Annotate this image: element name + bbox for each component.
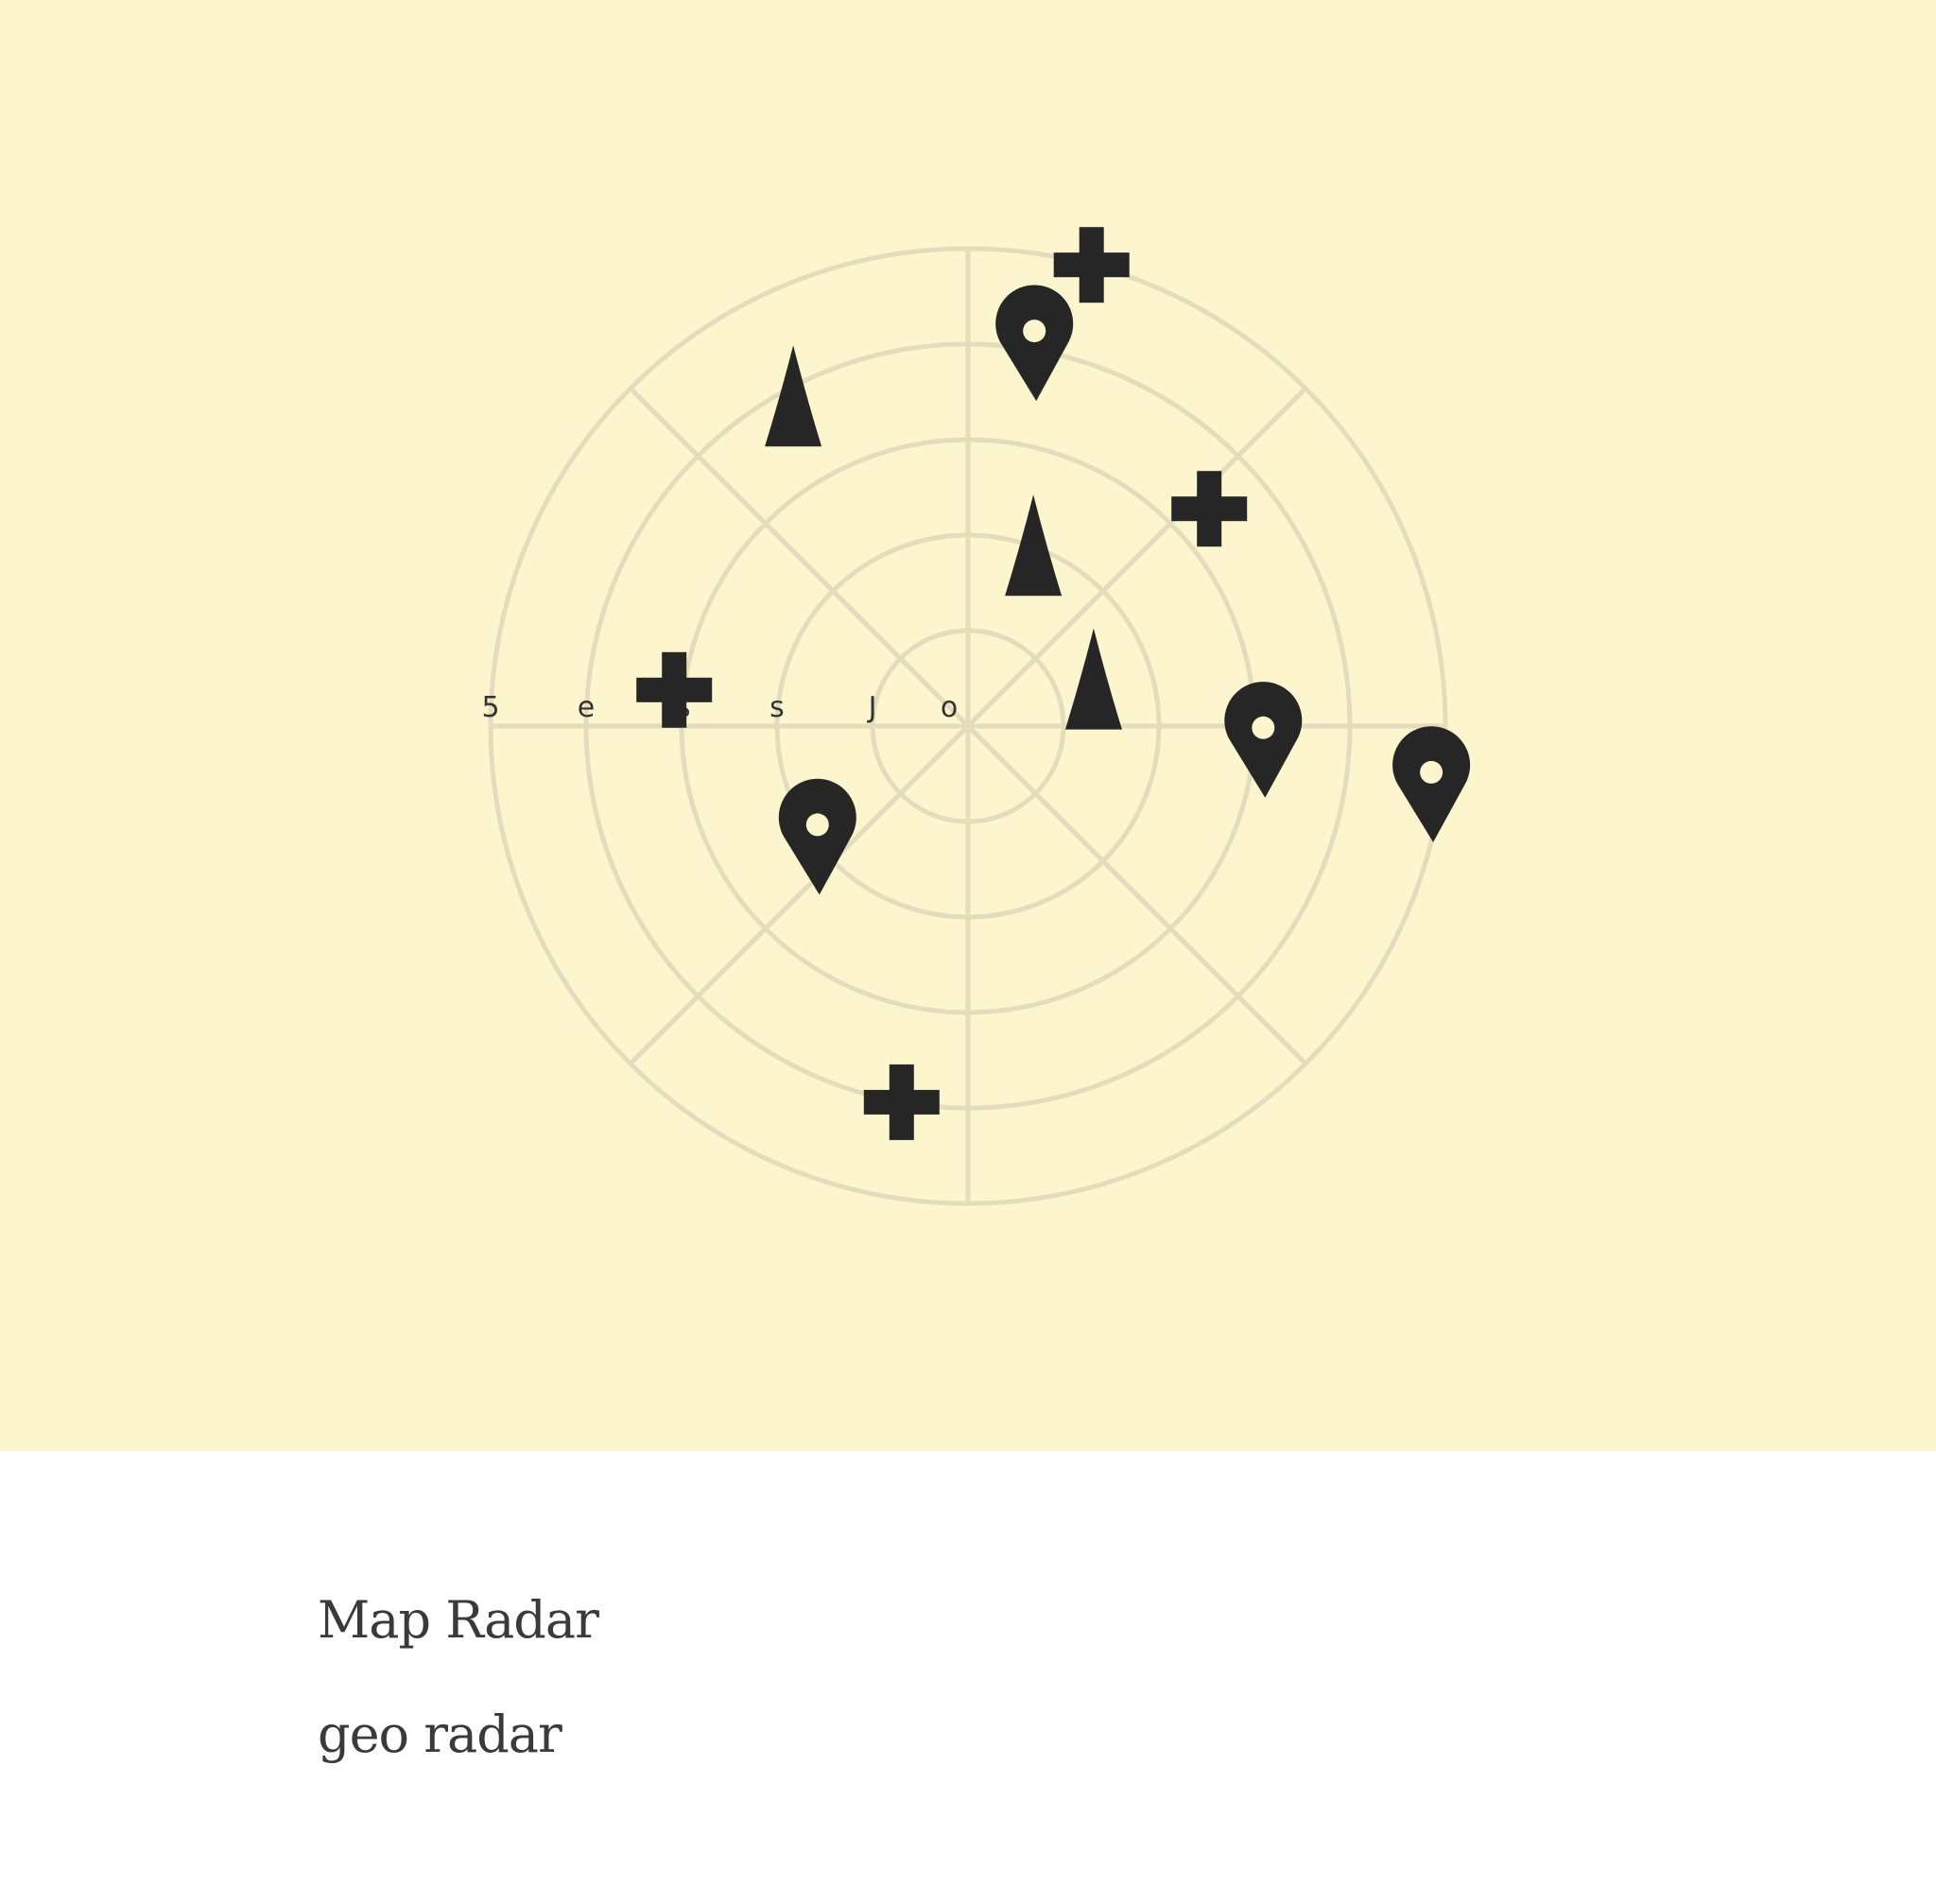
map-pin-icon xyxy=(778,778,856,895)
ring-label: J xyxy=(867,691,877,724)
chart-title: Map Radar xyxy=(318,1590,599,1650)
map-pin-icon xyxy=(995,285,1074,402)
plus-icon xyxy=(863,1064,940,1140)
plus-icon xyxy=(1053,227,1130,303)
caption-panel: Map Radar geo radar xyxy=(0,1451,1936,1904)
chart-subtitle: geo radar xyxy=(318,1705,562,1764)
triangle-icon xyxy=(1064,628,1122,730)
map-radar-panel: 5eßsJo xyxy=(0,0,1936,1451)
map-pin-icon xyxy=(1224,682,1303,798)
radar-spoke xyxy=(629,724,970,1065)
ring-label: e xyxy=(578,691,595,724)
ring-label: o xyxy=(941,691,958,724)
radar-chart: 5eßsJo xyxy=(481,227,1471,1206)
ring-label: 5 xyxy=(481,691,499,724)
map-pin-icon xyxy=(1392,726,1471,842)
ring-label: s xyxy=(769,691,785,724)
triangle-icon xyxy=(1005,494,1063,597)
plus-icon xyxy=(636,651,713,728)
